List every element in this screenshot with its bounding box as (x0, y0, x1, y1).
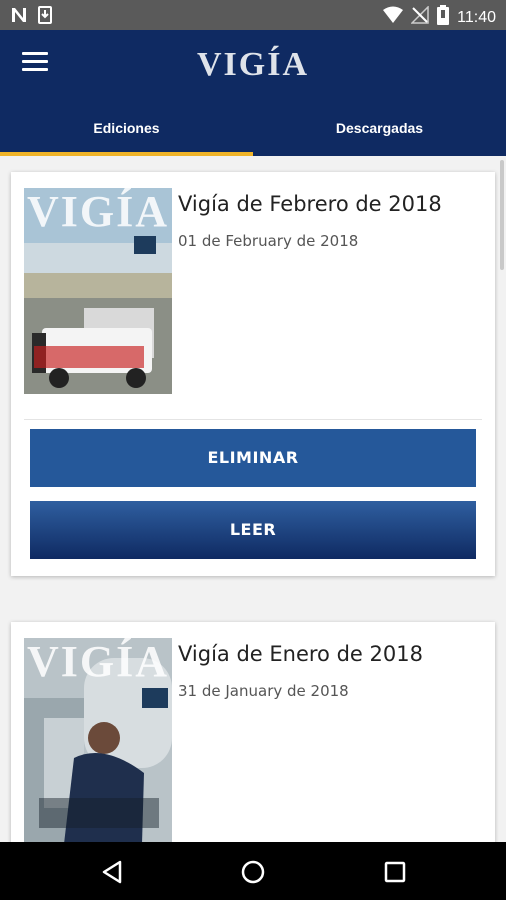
cover-masthead: VIGÍA (26, 188, 170, 236)
tab-ediciones[interactable]: Ediciones (0, 102, 253, 156)
back-icon[interactable] (98, 858, 126, 886)
status-time: 11:40 (457, 8, 496, 26)
tab-descargadas[interactable]: Descargadas (253, 102, 506, 156)
edition-card: VIGÍA Vigía de Febrero de 2018 01 de Feb… (11, 172, 495, 576)
edition-title: Vigía de Febrero de 2018 (178, 192, 442, 216)
home-icon[interactable] (239, 858, 267, 886)
scrollbar[interactable] (500, 160, 504, 270)
edition-cover-image[interactable]: VIGÍA (24, 638, 172, 842)
wifi-icon (383, 6, 404, 29)
edition-date: 31 de January de 2018 (178, 682, 349, 700)
edition-title: Vigía de Enero de 2018 (178, 642, 423, 666)
system-nav-bar (0, 842, 506, 900)
download-icon (38, 6, 52, 29)
battery-icon (437, 5, 450, 30)
card-divider (24, 419, 482, 420)
status-bar: 11:40 (0, 0, 506, 30)
tab-bar: Ediciones Descargadas (0, 102, 506, 156)
editions-list[interactable]: VIGÍA Vigía de Febrero de 2018 01 de Feb… (0, 156, 506, 842)
no-signal-icon (410, 5, 429, 29)
app-bar: VIGÍA (0, 30, 506, 102)
edition-cover-image[interactable]: VIGÍA (24, 188, 172, 394)
cover-masthead: VIGÍA (26, 638, 170, 686)
edition-card: VIGÍA Vigía de Enero de 2018 31 de Janua… (11, 622, 495, 842)
app-title: VIGÍA (196, 46, 310, 83)
notification-n-icon (10, 6, 28, 29)
edition-date: 01 de February de 2018 (178, 232, 359, 250)
recents-icon[interactable] (381, 858, 409, 886)
read-button[interactable]: LEER (30, 501, 476, 559)
delete-button[interactable]: ELIMINAR (30, 429, 476, 487)
